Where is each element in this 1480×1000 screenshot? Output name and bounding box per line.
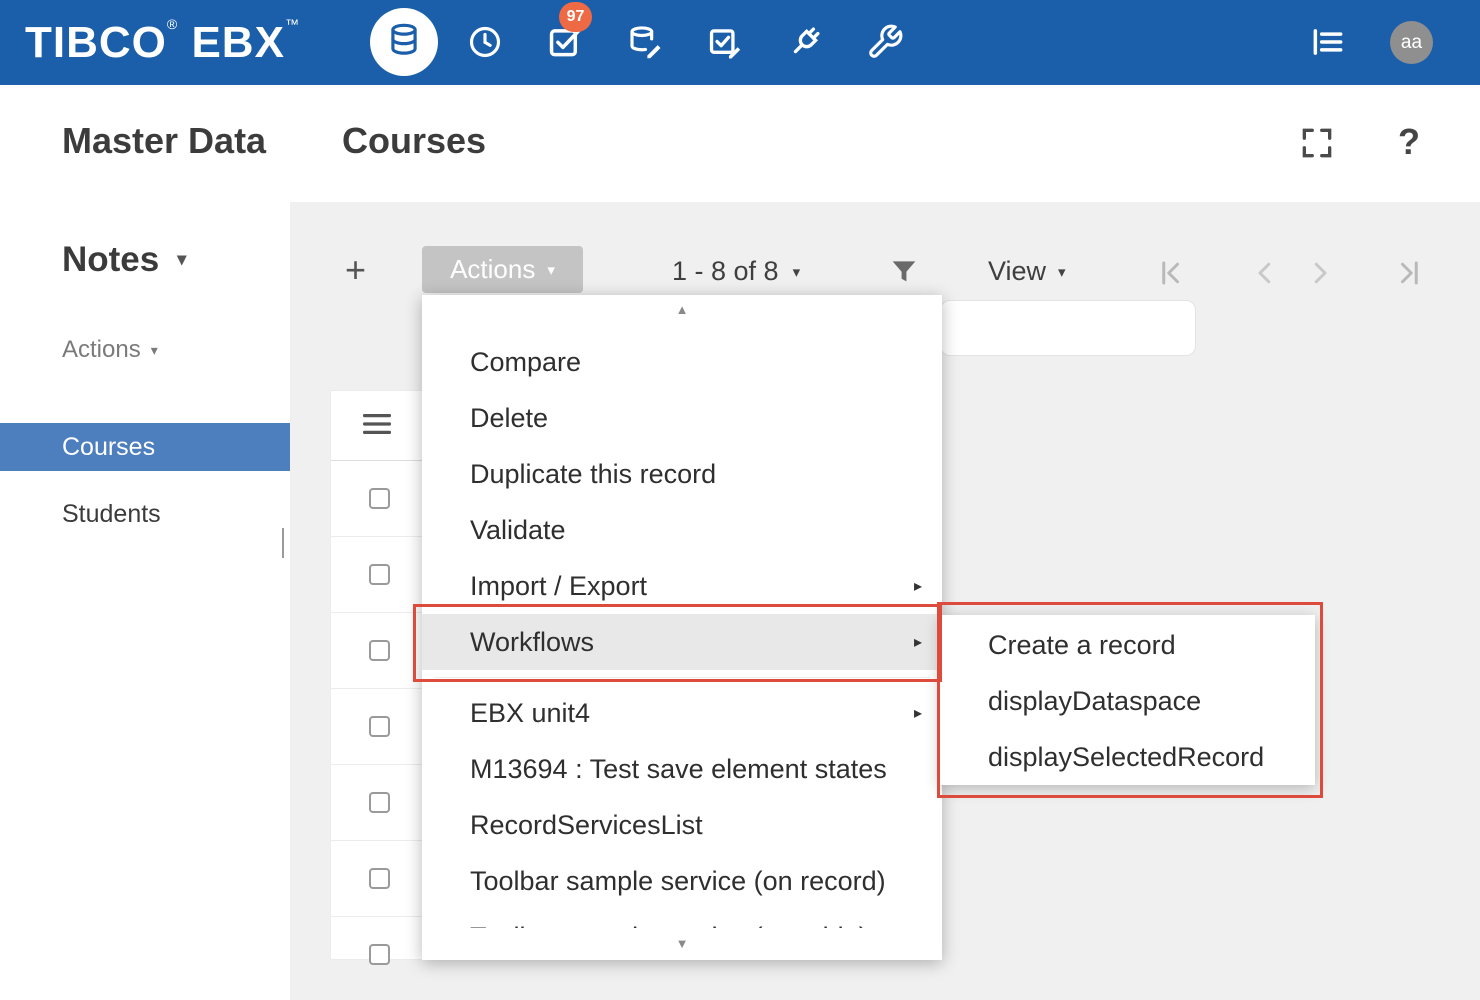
chevron-down-icon: ▾ [177,249,186,269]
menu-item-m13694[interactable]: M13694 : Test save element states [422,741,942,797]
view-selector[interactable]: View▾ [988,256,1066,287]
menu-item-recordserviceslist[interactable]: RecordServicesList [422,797,942,853]
active-module-circle[interactable] [370,8,438,76]
table-menu-icon[interactable] [361,411,393,442]
administration-icon[interactable] [845,8,925,76]
sidebar-group-notes[interactable]: Notes▾ [62,240,186,280]
add-record-button[interactable]: + [345,249,366,291]
integration-icon[interactable] [765,8,845,76]
submenu-arrow-icon: ▸ [914,576,922,596]
pagination-range-selector[interactable]: 1 - 8 of 8▾ [672,256,800,287]
workflows-submenu: Create a record displayDataspace display… [940,615,1315,785]
quick-search-input[interactable] [940,300,1196,356]
fullscreen-icon[interactable] [1298,124,1336,167]
row-checkbox[interactable] [369,640,390,661]
perspectives-icon[interactable] [1288,8,1368,76]
sidebar-item-courses[interactable]: Courses [0,423,290,471]
submenu-arrow-icon: ▸ [914,703,922,723]
menu-item-validate[interactable]: Validate [422,502,942,558]
row-checkbox[interactable] [369,488,390,509]
chevron-down-icon: ▾ [547,261,555,279]
menu-item-workflows[interactable]: Workflows▸ [422,614,942,670]
row-checkbox[interactable] [369,792,390,813]
menu-item-clipped-wrap: Toolbar sample service (on table) [422,909,942,928]
validation-icon[interactable] [685,8,765,76]
menu-item-delete[interactable]: Delete [422,390,942,446]
actions-dropdown-menu: ▲ Compare Delete Duplicate this record V… [422,295,942,960]
submenu-item-displayselectedrecord[interactable]: displaySelectedRecord [940,729,1315,785]
user-avatar[interactable]: aa [1390,21,1433,64]
history-icon[interactable] [445,8,525,76]
panel-title-wrap: Master Data [62,120,295,175]
next-page-icon[interactable] [1305,258,1335,293]
database-icon [385,21,423,64]
app-logo: TIBCO® EBX™ [25,16,300,68]
chevron-down-icon: ▾ [793,264,801,281]
menu-divider [434,677,930,678]
row-checkbox[interactable] [369,716,390,737]
row-checkbox[interactable] [369,944,390,965]
sidebar-actions-dropdown[interactable]: Actions▾ [62,336,158,364]
scroll-up-icon: ▲ [676,302,689,317]
menu-item-duplicate[interactable]: Duplicate this record [422,446,942,502]
first-page-icon[interactable] [1155,258,1185,293]
menu-item-toolbar-on-table[interactable]: Toolbar sample service (on table) [422,909,942,928]
menu-scroll-up[interactable]: ▲ [422,295,942,325]
submenu-arrow-icon: ▸ [914,632,922,652]
scroll-down-icon: ▼ [676,936,689,951]
top-navigation-bar: TIBCO® EBX™ 97 aa [0,0,1480,85]
data-model-icon[interactable] [605,8,685,76]
menu-item-import-export[interactable]: Import / Export▸ [422,558,942,614]
page-title: Courses [342,120,486,162]
previous-page-icon[interactable] [1250,258,1280,293]
menu-item-ebx-unit4[interactable]: EBX unit4▸ [422,685,942,741]
chevron-down-icon: ▾ [1058,264,1066,281]
last-page-icon[interactable] [1395,258,1425,293]
submenu-item-displaydataspace[interactable]: displayDataspace [940,673,1315,729]
sidebar-item-students[interactable]: Students [0,490,290,538]
submenu-item-create-record[interactable]: Create a record [940,617,1315,673]
chevron-down-icon: ▾ [151,342,158,358]
row-checkbox[interactable] [369,868,390,889]
panel-title: Master Data [62,120,266,161]
menu-scroll-down[interactable]: ▼ [422,928,942,960]
row-checkbox[interactable] [369,564,390,585]
help-icon[interactable]: ? [1398,121,1420,163]
menu-item-toolbar-on-record[interactable]: Toolbar sample service (on record) [422,853,942,909]
tasks-badge: 97 [559,2,592,32]
menu-item-compare[interactable]: Compare [422,334,942,390]
filter-icon[interactable] [888,256,920,293]
actions-menu-button[interactable]: Actions ▾ [422,246,583,293]
